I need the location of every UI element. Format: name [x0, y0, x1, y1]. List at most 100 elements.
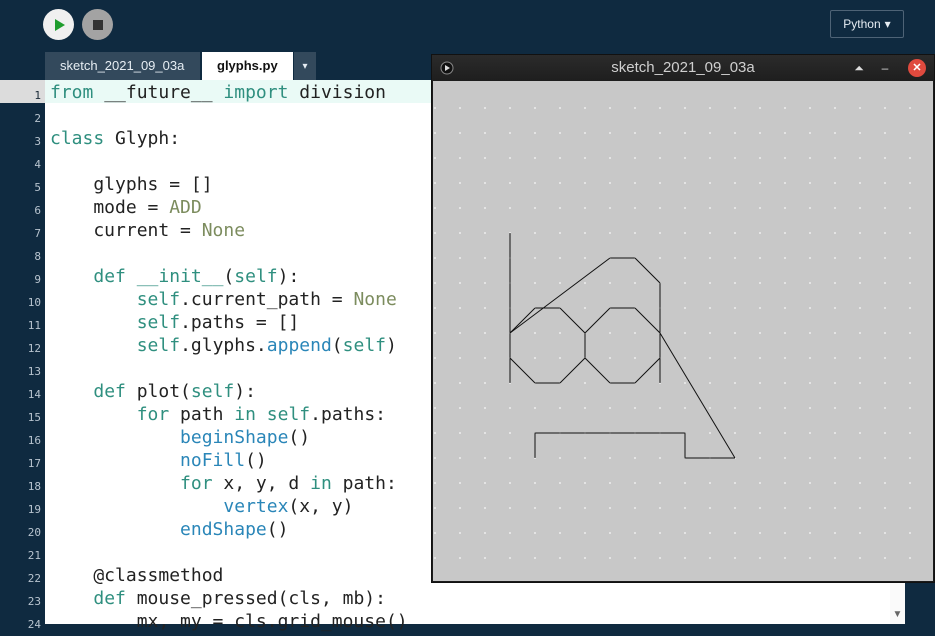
grid-dot — [884, 457, 886, 459]
grid-dot — [909, 482, 911, 484]
grid-dot — [434, 532, 436, 534]
grid-dot — [784, 382, 786, 384]
grid-dot — [834, 207, 836, 209]
grid-dot — [459, 432, 461, 434]
grid-dot — [734, 432, 736, 434]
grid-dot — [484, 482, 486, 484]
grid-dot — [484, 282, 486, 284]
grid-dot — [559, 357, 561, 359]
grid-dot — [784, 532, 786, 534]
grid-dot — [559, 257, 561, 259]
grid-dot — [784, 557, 786, 559]
code-line: class Glyph: — [50, 128, 181, 149]
grid-dot — [859, 507, 861, 509]
scroll-down-arrow-icon[interactable]: ▼ — [890, 606, 905, 624]
grid-dot — [434, 232, 436, 234]
grid-dot — [784, 257, 786, 259]
grid-dot — [434, 332, 436, 334]
grid-dot — [434, 157, 436, 159]
grid-dot — [534, 232, 536, 234]
glyph-stroke — [509, 257, 661, 383]
grid-dot — [584, 207, 586, 209]
glyph-stroke — [534, 432, 735, 459]
minimize-icon[interactable]: – — [876, 59, 894, 77]
grid-dot — [534, 357, 536, 359]
grid-dot — [459, 157, 461, 159]
grid-dot — [734, 382, 736, 384]
grid-dot — [534, 407, 536, 409]
grid-dot — [684, 382, 686, 384]
grid-dot — [434, 482, 436, 484]
grid-dot — [784, 307, 786, 309]
grid-dot — [634, 282, 636, 284]
sketch-canvas[interactable] — [433, 81, 933, 581]
grid-dot — [759, 382, 761, 384]
grid-dot — [809, 132, 811, 134]
code-line: def mouse_pressed(cls, mb): — [93, 588, 386, 609]
code-line: def plot(self): — [93, 381, 256, 402]
grid-dot — [809, 282, 811, 284]
close-icon[interactable]: ✕ — [908, 59, 926, 77]
grid-dot — [559, 232, 561, 234]
grid-dot — [909, 507, 911, 509]
mode-select[interactable]: Python ▾ — [830, 10, 904, 38]
line-number: 19 — [27, 503, 41, 516]
grid-dot — [559, 207, 561, 209]
grid-dot — [634, 532, 636, 534]
grid-dot — [684, 557, 686, 559]
grid-dot — [684, 532, 686, 534]
grid-dot — [734, 357, 736, 359]
grid-dot — [684, 207, 686, 209]
grid-dot — [434, 382, 436, 384]
chevron-down-icon: ▾ — [302, 60, 308, 72]
grid-dot — [559, 282, 561, 284]
grid-dot — [459, 457, 461, 459]
grid-dot — [559, 332, 561, 334]
grid-dot — [659, 107, 661, 109]
tab-glyphs[interactable]: glyphs.py — [202, 52, 293, 80]
eject-icon[interactable]: ⏶ — [850, 59, 868, 77]
grid-dot — [584, 282, 586, 284]
grid-dot — [809, 557, 811, 559]
grid-dot — [884, 307, 886, 309]
grid-dot — [484, 407, 486, 409]
grid-dot — [459, 232, 461, 234]
tab-sketch[interactable]: sketch_2021_09_03a — [45, 52, 200, 80]
grid-dot — [659, 182, 661, 184]
stop-button[interactable] — [82, 9, 113, 40]
grid-dot — [759, 532, 761, 534]
grid-dot — [709, 132, 711, 134]
grid-dot — [884, 132, 886, 134]
tab-menu-button[interactable]: ▾ — [294, 52, 316, 80]
grid-dot — [759, 357, 761, 359]
grid-dot — [809, 482, 811, 484]
line-number: 13 — [27, 365, 41, 378]
grid-dot — [509, 482, 511, 484]
run-button[interactable] — [43, 9, 74, 40]
grid-dot — [634, 157, 636, 159]
grid-dot — [734, 507, 736, 509]
grid-dot — [509, 432, 511, 434]
code-line: self.paths = [] — [136, 312, 300, 333]
grid-dot — [459, 557, 461, 559]
grid-dot — [909, 332, 911, 334]
grid-dot — [634, 507, 636, 509]
grid-dot — [684, 107, 686, 109]
grid-dot — [459, 207, 461, 209]
sketch-titlebar[interactable]: sketch_2021_09_03a ⏶ – ✕ — [432, 55, 934, 81]
grid-dot — [434, 307, 436, 309]
grid-dot — [484, 232, 486, 234]
grid-dot — [909, 557, 911, 559]
grid-dot — [634, 357, 636, 359]
grid-dot — [634, 182, 636, 184]
grid-dot — [909, 132, 911, 134]
toolbar: Python ▾ — [0, 0, 935, 52]
grid-dot — [509, 457, 511, 459]
grid-dot — [559, 132, 561, 134]
grid-dot — [634, 482, 636, 484]
line-number: 17 — [27, 457, 41, 470]
grid-dot — [634, 232, 636, 234]
grid-dot — [834, 507, 836, 509]
line-number: 7 — [34, 227, 41, 240]
grid-dot — [434, 557, 436, 559]
